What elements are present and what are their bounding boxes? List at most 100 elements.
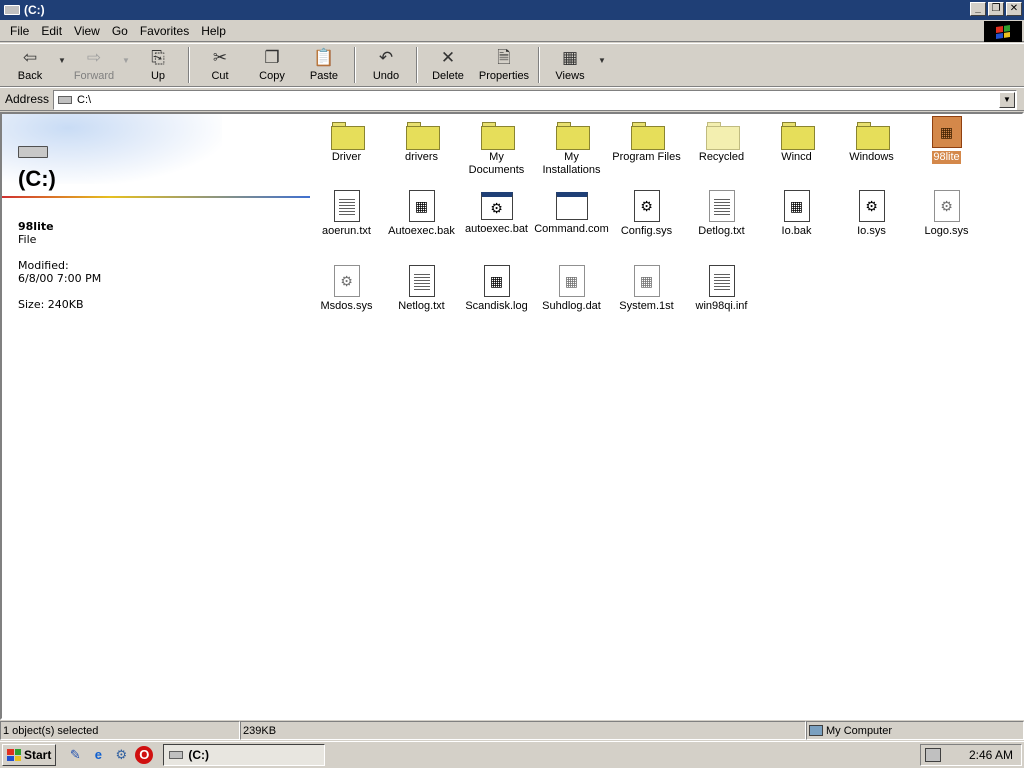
copy-icon: ❐ <box>264 48 280 67</box>
forward-label: Forward <box>73 70 115 82</box>
modified-value: 6/8/00 7:00 PM <box>18 272 102 285</box>
up-button[interactable]: ⎘ Up <box>132 45 184 85</box>
file-item[interactable]: Command.com <box>534 190 609 236</box>
item-label: System.1st <box>619 300 674 312</box>
start-button[interactable]: Start <box>2 744 57 766</box>
views-dropdown[interactable]: ▼ <box>596 56 608 65</box>
file-item[interactable]: ⚙ Io.sys <box>834 190 909 238</box>
folder-item[interactable]: drivers <box>384 118 459 164</box>
scheduler-icon[interactable] <box>925 748 941 762</box>
window-controls: _ ❐ ✕ <box>970 2 1022 16</box>
folder-icon <box>405 122 440 150</box>
cut-button[interactable]: ✂ Cut <box>194 45 246 85</box>
restore-button[interactable]: ❐ <box>988 2 1004 16</box>
item-label: Config.sys <box>620 225 673 237</box>
folder-item[interactable]: Wincd <box>759 118 834 164</box>
opera-icon[interactable]: O <box>135 746 154 764</box>
toolbar-separator <box>188 47 190 83</box>
back-button[interactable]: ⇦ Back <box>4 45 56 85</box>
my-computer-icon <box>809 725 823 736</box>
address-value: C:\ <box>77 94 92 106</box>
address-field[interactable]: C:\ ▼ <box>53 90 1017 110</box>
file-item[interactable]: Netlog.txt <box>384 265 459 313</box>
file-item[interactable]: ⚙ Logo.sys <box>909 190 984 238</box>
batch-file-icon: ⚙ <box>480 192 513 220</box>
paste-button[interactable]: 📋 Paste <box>298 45 350 85</box>
file-item[interactable]: ⚙ Config.sys <box>609 190 684 238</box>
menu-go[interactable]: Go <box>106 24 134 38</box>
file-item[interactable]: ▦ System.1st <box>609 265 684 313</box>
file-item[interactable]: Detlog.txt <box>684 190 759 238</box>
file-item[interactable]: win98qi.inf <box>684 265 759 313</box>
file-item[interactable]: ▦ Suhdlog.dat <box>534 265 609 313</box>
file-item[interactable]: ▦ Scandisk.log <box>459 265 534 313</box>
copy-button[interactable]: ❐ Copy <box>246 45 298 85</box>
file-item[interactable]: ▦ Autoexec.bak <box>384 190 459 238</box>
forward-arrow-icon: ⇨ <box>86 48 102 67</box>
channels-icon[interactable]: ⚙ <box>112 746 130 764</box>
internet-explorer-icon[interactable]: e <box>89 746 107 764</box>
windows-file-icon: ▦ <box>408 190 435 222</box>
item-label: Io.bak <box>781 225 812 237</box>
title-bar[interactable]: (C:) _ ❐ ✕ <box>0 0 1024 20</box>
text-document-icon <box>333 190 360 222</box>
close-button[interactable]: ✕ <box>1006 2 1022 16</box>
windows-flag-icon <box>996 24 1010 39</box>
file-item[interactable]: ⚙ autoexec.bat <box>459 190 534 236</box>
file-item[interactable]: ▦ 98lite <box>909 116 984 164</box>
copy-label: Copy <box>259 70 285 82</box>
item-label: Driver <box>331 151 362 163</box>
folder-icon <box>855 122 890 150</box>
delete-button[interactable]: ✕ Delete <box>422 45 474 85</box>
up-folder-icon: ⎘ <box>151 48 165 67</box>
start-label: Start <box>24 748 52 762</box>
windows-logo <box>984 21 1022 42</box>
status-zone-label: My Computer <box>826 725 893 737</box>
file-item[interactable]: ⚙ Msdos.sys <box>309 265 384 313</box>
system-file-icon: ⚙ <box>333 265 360 297</box>
folder-item[interactable]: Program Files <box>609 118 684 164</box>
gear-document-icon: ⚙ <box>858 190 885 222</box>
item-label: My Installations <box>542 151 601 176</box>
folder-item[interactable]: Recycled <box>684 118 759 164</box>
folder-item[interactable]: My Documents <box>459 118 534 177</box>
file-item[interactable]: ▦ Io.bak <box>759 190 834 238</box>
item-label: 98lite <box>932 151 961 164</box>
windows-file-icon: ▦ <box>783 190 810 222</box>
clock[interactable]: 2:46 AM <box>969 748 1013 762</box>
minimize-button[interactable]: _ <box>970 2 986 16</box>
folder-item[interactable]: Windows <box>834 118 909 164</box>
show-desktop-icon[interactable]: ✎ <box>66 746 84 764</box>
drive-icon <box>169 751 184 759</box>
taskbar-window-button[interactable]: (C:) <box>163 744 326 766</box>
status-selection: 1 object(s) selected <box>0 721 240 740</box>
forward-dropdown[interactable]: ▼ <box>120 56 132 65</box>
item-label: Suhdlog.dat <box>542 300 601 312</box>
folder-item[interactable]: Driver <box>309 118 384 164</box>
item-label: Autoexec.bak <box>388 225 455 237</box>
menu-edit[interactable]: Edit <box>35 24 68 38</box>
properties-button[interactable]: 🗎 Properties <box>474 45 534 85</box>
folder-item[interactable]: My Installations <box>534 118 609 177</box>
forward-button[interactable]: ⇨ Forward <box>68 45 120 85</box>
item-label: Logo.sys <box>924 225 969 237</box>
views-button[interactable]: ▦ Views <box>544 45 596 85</box>
folder-view[interactable]: (C:) 98lite File Modified: 6/8/00 7:00 P… <box>0 112 1024 720</box>
folder-icon <box>630 122 665 150</box>
undo-icon: ↶ <box>378 48 394 67</box>
menu-file[interactable]: File <box>4 24 35 38</box>
properties-label: Properties <box>478 70 530 82</box>
address-dropdown-button[interactable]: ▼ <box>999 92 1015 108</box>
menu-bar: File Edit View Go Favorites Help <box>0 20 1024 42</box>
menu-view[interactable]: View <box>68 24 106 38</box>
menu-favorites[interactable]: Favorites <box>134 24 195 38</box>
back-dropdown[interactable]: ▼ <box>56 56 68 65</box>
item-label: Scandisk.log <box>465 300 528 312</box>
back-arrow-icon: ⇦ <box>22 48 38 67</box>
file-item[interactable]: aoerun.txt <box>309 190 384 238</box>
windows-file-icon: ▦ <box>483 265 510 297</box>
undo-button[interactable]: ↶ Undo <box>360 45 412 85</box>
menu-help[interactable]: Help <box>195 24 232 38</box>
views-grid-icon: ▦ <box>561 48 579 67</box>
drive-icon <box>4 5 20 15</box>
